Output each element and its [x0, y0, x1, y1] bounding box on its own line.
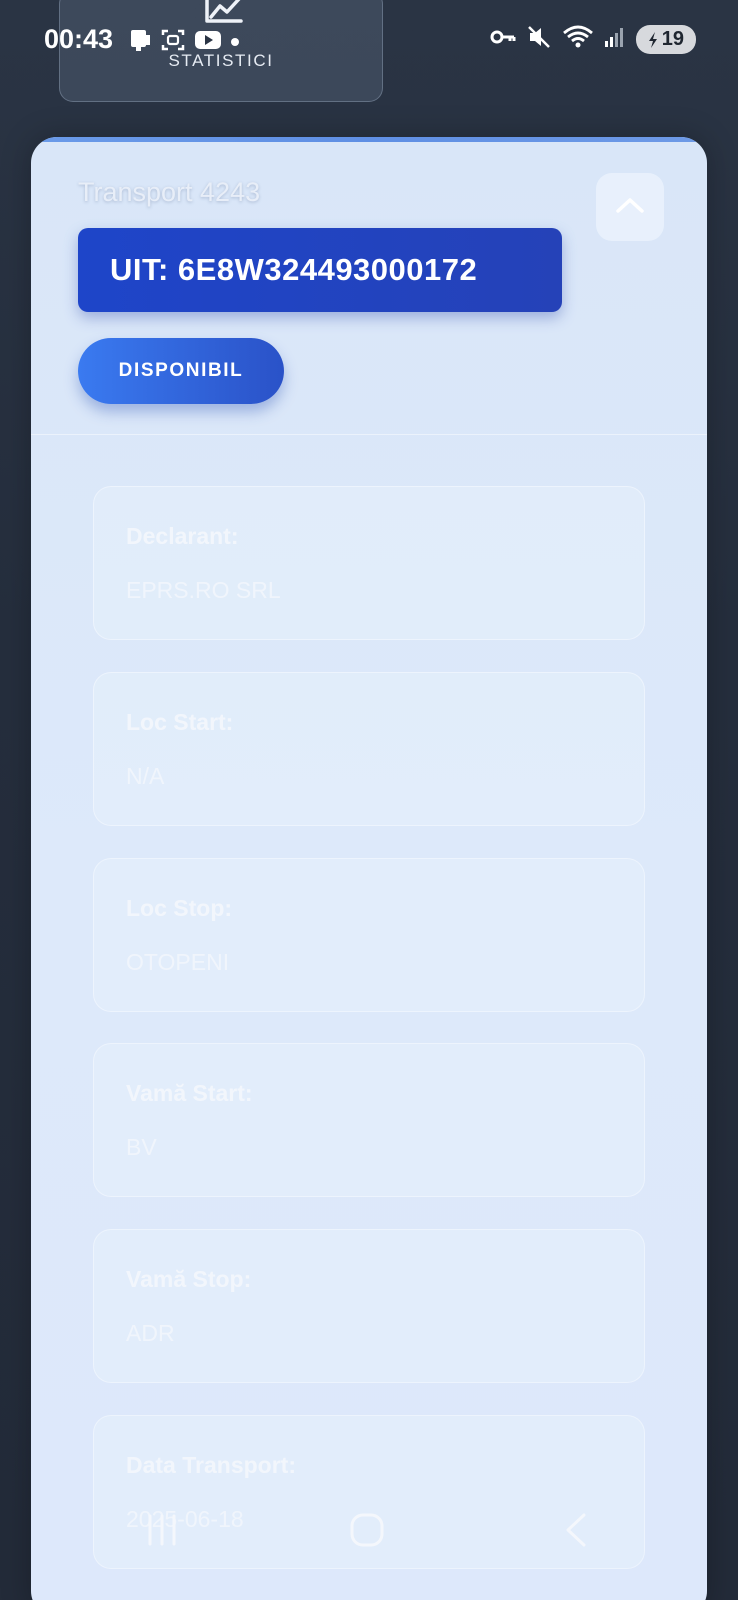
youtube-icon — [194, 29, 222, 56]
card-accent-line — [31, 137, 707, 142]
field-value: N/A — [126, 763, 165, 789]
status-button[interactable]: DISPONIBIL — [78, 338, 284, 404]
field-label: Vamă Stop: — [126, 1266, 252, 1292]
field-label: Loc Start: — [126, 709, 234, 735]
field-label: Vamă Start: — [126, 1080, 253, 1106]
collapse-button[interactable] — [596, 173, 664, 241]
transport-card: Transport 4243 UIT: 6E8W324493000172 DIS… — [31, 137, 707, 1600]
mute-icon — [526, 24, 552, 55]
status-right-icons: 19 — [490, 24, 696, 55]
uit-code: UIT: 6E8W324493000172 — [78, 228, 562, 312]
navigation-bar — [0, 1500, 738, 1580]
dot-icon — [230, 34, 240, 52]
field-vama-stop: Vamă Stop: ADR — [93, 1229, 645, 1383]
status-bar: 00:43 19 — [0, 0, 738, 80]
divider — [31, 434, 707, 435]
field-label: Loc Stop: — [126, 895, 233, 921]
screenshot-icon — [160, 27, 186, 58]
vpn-key-icon — [490, 27, 516, 52]
battery-level: 19 — [661, 28, 684, 50]
transport-title: Transport 4243 — [78, 177, 261, 207]
battery-icon: 19 — [635, 25, 696, 54]
sim-icon — [128, 27, 152, 58]
field-label: Declarant: — [126, 523, 239, 549]
field-vama-start: Vamă Start: BV — [93, 1043, 645, 1197]
field-declarant: Declarant: EPRS.RO SRL — [93, 486, 645, 640]
field-value: BV — [126, 1134, 157, 1160]
field-value: OTOPENI — [126, 949, 230, 975]
back-icon[interactable] — [562, 1512, 590, 1553]
status-left-icons — [128, 27, 240, 58]
wifi-icon — [562, 24, 594, 55]
field-loc-start: Loc Start: N/A — [93, 672, 645, 826]
field-value: EPRS.RO SRL — [126, 577, 281, 603]
field-label: Data Transport: — [126, 1452, 296, 1478]
recents-icon[interactable] — [145, 1512, 179, 1553]
chevron-up-icon — [614, 195, 646, 220]
field-loc-stop: Loc Stop: OTOPENI — [93, 858, 645, 1012]
signal-icon — [604, 25, 626, 54]
field-value: ADR — [126, 1320, 175, 1346]
status-time: 00:43 — [44, 24, 114, 54]
home-icon[interactable] — [349, 1512, 385, 1553]
